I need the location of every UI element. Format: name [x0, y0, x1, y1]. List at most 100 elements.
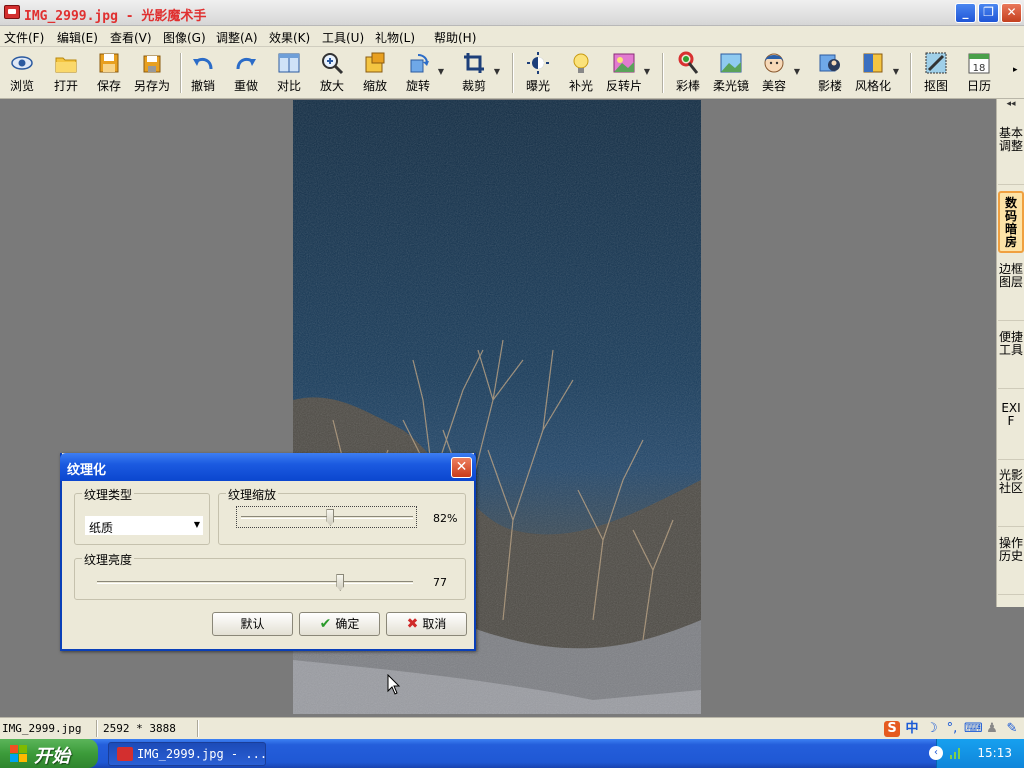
save-as-button[interactable]: 另存为 [130, 49, 174, 97]
texture-brightness-group: 纹理亮度 77 [74, 551, 466, 600]
beauty-dropdown-icon[interactable]: ▼ [794, 67, 800, 76]
side-panel: ◂◂ 基本调整 数码暗房 边框图层 便捷工具 EXIF 光影社区 操作历史 [996, 99, 1024, 607]
menu-image[interactable]: 图像(G) [163, 29, 206, 46]
wrench-icon[interactable]: ✎ [1004, 721, 1020, 737]
close-button[interactable]: ✕ [1001, 3, 1022, 23]
stylize-button[interactable]: 风格化 ▼ [851, 49, 899, 97]
mouse-cursor-icon [387, 674, 401, 695]
reversal-film-button[interactable]: 反转片 ▼ [602, 49, 650, 97]
save-as-icon [140, 51, 164, 75]
reversal-film-icon [612, 51, 636, 75]
beauty-icon [762, 51, 786, 75]
menu-tools[interactable]: 工具(U) [322, 29, 364, 46]
toolbar-separator [512, 53, 514, 93]
texture-brightness-slider[interactable] [336, 574, 345, 591]
chinese-mode-icon[interactable]: 中 [904, 721, 920, 737]
texture-brightness-track[interactable] [97, 581, 413, 584]
cancel-button[interactable]: ✖ 取消 [386, 612, 467, 636]
fill-light-button[interactable]: 补光 [559, 49, 603, 97]
tab-history[interactable]: 操作历史 [998, 537, 1024, 595]
tab-quick-tools[interactable]: 便捷工具 [998, 331, 1024, 389]
texture-dialog: 纹理化 ✕ 纹理类型 纸质 ▼ 纹理缩放 82% 纹理亮度 77 默认 ✔ 确定 … [60, 453, 476, 651]
sogou-icon[interactable]: S [884, 721, 900, 737]
start-button[interactable]: 开始 [0, 739, 98, 768]
tab-exif[interactable]: EXIF [998, 402, 1024, 460]
save-icon [97, 51, 121, 75]
studio-button[interactable]: 影楼 [808, 49, 852, 97]
clock[interactable]: 15:13 [977, 746, 1012, 760]
cross-icon: ✖ [406, 616, 419, 632]
compare-button[interactable]: 对比 [267, 49, 311, 97]
soft-focus-button[interactable]: 柔光镜 [709, 49, 753, 97]
collapse-panel-icon[interactable]: ◂◂ [997, 99, 1024, 117]
browse-button[interactable]: 浏览 [0, 49, 44, 97]
tab-basic-adjust[interactable]: 基本调整 [998, 127, 1024, 185]
folder-open-icon [54, 51, 78, 75]
stylize-dropdown-icon[interactable]: ▼ [893, 67, 899, 76]
zoom-in-icon [320, 51, 344, 75]
default-button[interactable]: 默认 [212, 612, 293, 636]
menu-help[interactable]: 帮助(H) [434, 29, 476, 46]
tab-frame-layer[interactable]: 边框图层 [998, 263, 1024, 321]
signal-icon[interactable] [949, 746, 963, 760]
rotate-button[interactable]: 旋转 ▼ [396, 49, 444, 97]
punctuation-icon[interactable]: °, [944, 721, 960, 737]
taskbar-app-button[interactable]: IMG_2999.jpg - ... [108, 742, 267, 766]
moon-icon[interactable]: ☽ [924, 721, 940, 737]
dialog-title-bar[interactable]: 纹理化 ✕ [60, 453, 476, 481]
title-bar: IMG_2999.jpg - 光影魔术手 _ ❐ ✕ [0, 0, 1024, 26]
exposure-button[interactable]: 曝光 [516, 49, 560, 97]
texture-scale-value: 82% [433, 512, 458, 525]
user-icon[interactable]: ♟ [984, 721, 1000, 737]
restore-button[interactable]: ❐ [978, 3, 999, 23]
menu-gifts[interactable]: 礼物(L) [375, 29, 415, 46]
beauty-button[interactable]: 美容 ▼ [752, 49, 800, 97]
chevron-down-icon: ▼ [193, 520, 200, 529]
resize-icon [363, 51, 387, 75]
reversal-film-dropdown-icon[interactable]: ▼ [644, 67, 650, 76]
tab-community[interactable]: 光影社区 [998, 469, 1024, 527]
crop-dropdown-icon[interactable]: ▼ [494, 67, 500, 76]
status-dimensions: 2592 * 3888 [103, 722, 176, 735]
toolbar-overflow-icon[interactable]: ▸ [1013, 65, 1018, 75]
dialog-close-button[interactable]: ✕ [451, 457, 472, 478]
compare-icon [277, 51, 301, 75]
menu-file[interactable]: 文件(F) [4, 29, 44, 46]
crop-button[interactable]: 裁剪 ▼ [452, 49, 500, 97]
undo-icon [191, 51, 215, 75]
tab-digital-darkroom[interactable]: 数码暗房 [998, 191, 1024, 253]
texture-scale-label: 纹理缩放 [226, 486, 279, 503]
zoom-in-button[interactable]: 放大 [310, 49, 354, 97]
redo-button[interactable]: 重做 [224, 49, 268, 97]
crop-icon [462, 51, 486, 75]
keyboard-icon[interactable]: ⌨ [964, 721, 983, 737]
dialog-title: 纹理化 [67, 463, 107, 478]
undo-button[interactable]: 撤销 [181, 49, 225, 97]
menu-view[interactable]: 查看(V) [110, 29, 152, 46]
redo-icon [234, 51, 258, 75]
texture-type-select[interactable]: 纸质 ▼ [85, 516, 203, 535]
menu-adjust[interactable]: 调整(A) [216, 29, 258, 46]
calendar-button[interactable]: 18 日历 [957, 49, 1001, 97]
calendar-icon: 18 [967, 51, 991, 75]
studio-icon [818, 51, 842, 75]
open-button[interactable]: 打开 [44, 49, 88, 97]
taskbar: 开始 IMG_2999.jpg - ... ‹ 15:13 [0, 739, 1024, 768]
resize-button[interactable]: 缩放 [353, 49, 397, 97]
status-divider [197, 720, 199, 737]
tray-expand-icon[interactable]: ‹ [929, 746, 943, 760]
status-filename: IMG_2999.jpg [2, 722, 82, 735]
menu-edit[interactable]: 编辑(E) [57, 29, 98, 46]
menu-effects[interactable]: 效果(K) [269, 29, 310, 46]
cutout-button[interactable]: 抠图 [914, 49, 958, 97]
texture-brightness-label: 纹理亮度 [82, 551, 135, 568]
rotate-dropdown-icon[interactable]: ▼ [438, 67, 444, 76]
color-wand-button[interactable]: 彩棒 [666, 49, 710, 97]
ime-toolbar: S 中 ☽ °, ⌨ ♟ ✎ [884, 719, 1020, 739]
window-title: IMG_2999.jpg - 光影魔术手 [24, 9, 207, 24]
minimize-button[interactable]: _ [955, 3, 976, 23]
color-wand-icon [676, 51, 700, 75]
eye-icon [10, 51, 34, 75]
ok-button[interactable]: ✔ 确定 [299, 612, 380, 636]
save-button[interactable]: 保存 [87, 49, 131, 97]
